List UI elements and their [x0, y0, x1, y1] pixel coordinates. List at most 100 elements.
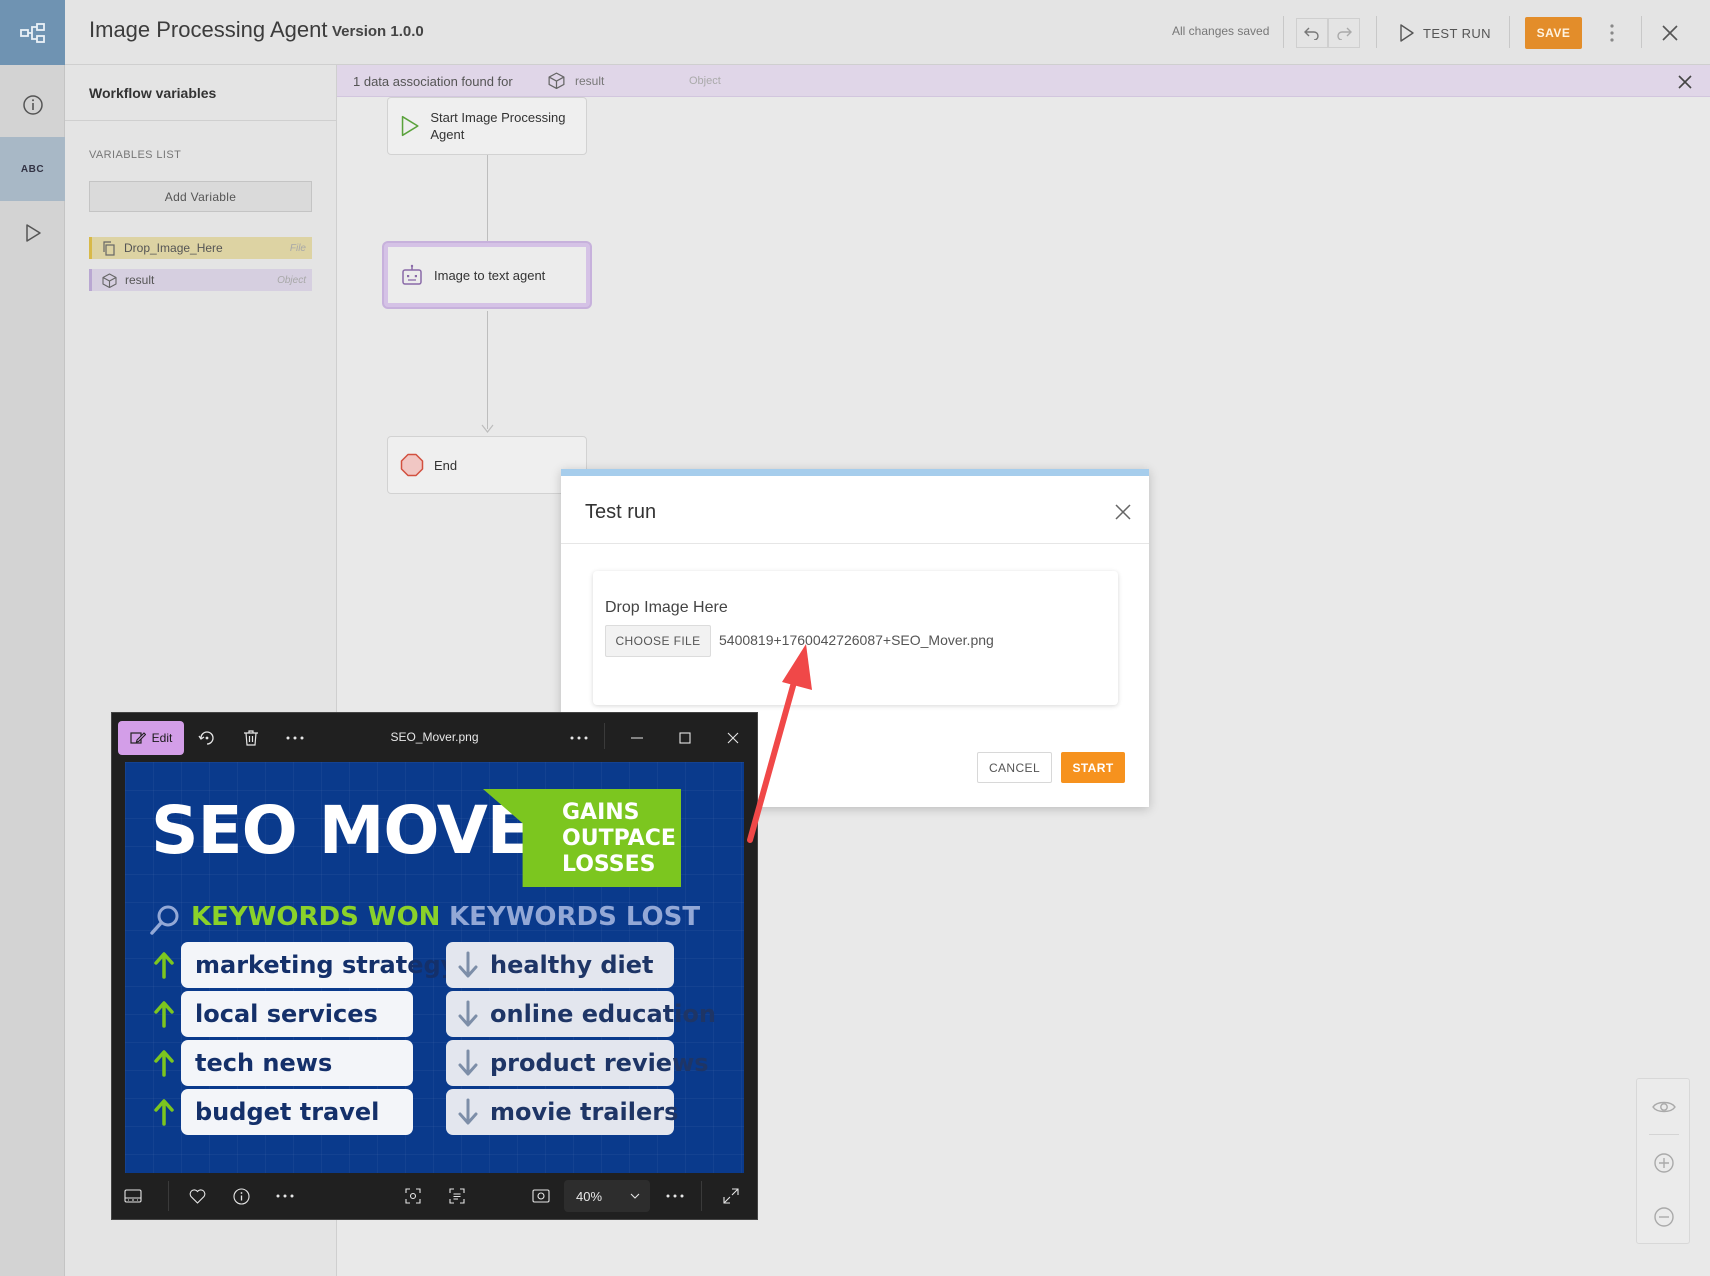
- header-divider: [1509, 16, 1510, 48]
- zoom-out-icon[interactable]: [1637, 1189, 1691, 1244]
- chevron-down-icon: [630, 1193, 640, 1199]
- redo-icon: [1337, 27, 1352, 40]
- selected-file-name: 5400819+1760042726087+SEO_Mover.png: [719, 632, 994, 648]
- panel-title: Workflow variables: [89, 85, 217, 101]
- close-icon[interactable]: [1655, 18, 1685, 48]
- more-options-icon[interactable]: [658, 1179, 692, 1213]
- maximize-icon[interactable]: [668, 721, 702, 755]
- left-rail: ABC: [0, 0, 65, 1276]
- more-options-icon[interactable]: [562, 721, 596, 755]
- zoom-level-select[interactable]: 40%: [564, 1180, 650, 1212]
- field-label: Drop Image Here: [605, 599, 728, 616]
- rotate-icon[interactable]: [190, 721, 224, 755]
- divider: [604, 723, 605, 749]
- magnifier-icon: [150, 905, 179, 935]
- file-input-card: Drop Image Here CHOOSE FILE 5400819+1760…: [593, 571, 1118, 705]
- seo-mover-image: SEO MOVER GAINS OUTPACE LOSSES KEYWORDS …: [125, 762, 744, 1173]
- more-options-icon[interactable]: [268, 1179, 302, 1213]
- app-header: Image Processing Agent Version 1.0.0 All…: [65, 0, 1710, 65]
- cube-icon: [102, 272, 117, 288]
- eye-icon[interactable]: [1637, 1079, 1691, 1134]
- version-label: Version 1.0.0: [332, 23, 424, 40]
- save-status: All changes saved: [1172, 24, 1270, 38]
- stop-icon: [400, 453, 424, 477]
- arrow-up-icon: [154, 1001, 174, 1028]
- minimize-icon[interactable]: [620, 721, 654, 755]
- association-banner: 1 data association found for result Obje…: [337, 65, 1710, 97]
- connector-arrowhead: [481, 424, 494, 433]
- arrow-down-icon: [458, 1000, 478, 1027]
- info-icon[interactable]: [224, 1179, 258, 1213]
- divider: [561, 543, 1149, 544]
- redo-button[interactable]: [1328, 18, 1360, 48]
- keyword-lost-item: healthy diet: [446, 942, 674, 988]
- text-scan-icon[interactable]: [440, 1179, 474, 1213]
- keywords-lost-heading: KEYWORDS LOST: [449, 902, 701, 932]
- viewer-bottom-bar: 40%: [112, 1173, 757, 1219]
- file-copy-icon: [103, 240, 115, 256]
- test-run-button[interactable]: TEST RUN: [1399, 20, 1491, 46]
- workflow-logo-icon[interactable]: [0, 0, 65, 65]
- banner-variable-type: Object: [689, 75, 721, 87]
- trash-icon[interactable]: [234, 721, 268, 755]
- arrow-up-icon: [154, 1050, 174, 1077]
- banner-text: 1 data association found for: [353, 74, 513, 89]
- arrow-up-icon: [154, 952, 174, 979]
- variable-item-drop-image[interactable]: Drop_Image_Here File: [89, 237, 312, 259]
- fullscreen-icon[interactable]: [714, 1179, 748, 1213]
- fit-to-window-icon[interactable]: [524, 1179, 558, 1213]
- variables-list-label: VARIABLES LIST: [89, 149, 182, 161]
- banner-variable: result: [575, 74, 605, 88]
- save-button[interactable]: SAVE: [1525, 17, 1582, 49]
- robot-icon: [402, 264, 422, 285]
- workflow-node-end[interactable]: End: [387, 436, 587, 494]
- undo-button[interactable]: [1296, 18, 1328, 48]
- canvas-zoom-controls: [1636, 1078, 1690, 1244]
- start-button[interactable]: START: [1061, 752, 1125, 783]
- page-title: Image Processing Agent: [89, 17, 328, 42]
- workflow-node-agent[interactable]: Image to text agent: [384, 243, 590, 307]
- play-icon: [1400, 24, 1414, 42]
- divider: [701, 1181, 702, 1211]
- edit-button[interactable]: Edit: [118, 721, 184, 755]
- divider: [168, 1181, 169, 1211]
- connector-line: [487, 311, 488, 429]
- header-divider: [1641, 16, 1642, 48]
- add-variable-button[interactable]: Add Variable: [89, 181, 312, 212]
- keyword-won-item: tech news: [181, 1040, 413, 1086]
- keywords-won-heading: KEYWORDS WON: [191, 902, 441, 932]
- info-icon[interactable]: [0, 73, 65, 137]
- keyword-lost-item: movie trailers: [446, 1089, 678, 1135]
- workflow-node-start[interactable]: Start Image Processing Agent: [387, 97, 587, 155]
- dialog-title: Test run: [585, 501, 657, 523]
- keyword-won-item: local services: [181, 991, 413, 1037]
- zoom-in-icon[interactable]: [1637, 1135, 1691, 1190]
- more-options-icon[interactable]: [278, 721, 312, 755]
- header-divider: [1283, 16, 1284, 48]
- arrow-down-icon: [458, 951, 478, 978]
- variable-item-result[interactable]: result Object: [89, 269, 312, 291]
- crop-select-icon[interactable]: [396, 1179, 430, 1213]
- start-play-icon: [401, 115, 419, 137]
- arrow-up-icon: [154, 1099, 174, 1126]
- arrow-down-icon: [458, 1098, 478, 1125]
- close-icon[interactable]: [1111, 500, 1135, 524]
- heart-icon[interactable]: [180, 1179, 214, 1213]
- header-divider: [1376, 16, 1377, 48]
- play-icon[interactable]: [0, 201, 65, 265]
- connector-line: [487, 155, 488, 243]
- variables-abc-icon[interactable]: ABC: [0, 137, 65, 201]
- cube-icon: [548, 72, 565, 89]
- choose-file-button[interactable]: CHOOSE FILE: [605, 625, 711, 657]
- close-icon[interactable]: [716, 721, 750, 755]
- edit-image-icon: [130, 732, 146, 744]
- keyword-won-item: budget travel: [181, 1089, 413, 1135]
- keyword-won-item: marketing strategy: [181, 942, 456, 988]
- viewer-toolbar: SEO_Mover.png Edit: [112, 713, 757, 759]
- cancel-button[interactable]: CANCEL: [977, 752, 1052, 783]
- close-icon[interactable]: [1675, 72, 1695, 92]
- undo-icon: [1304, 27, 1319, 40]
- divider: [65, 120, 337, 121]
- more-options-icon[interactable]: [1602, 20, 1622, 46]
- filmstrip-icon[interactable]: [116, 1179, 150, 1213]
